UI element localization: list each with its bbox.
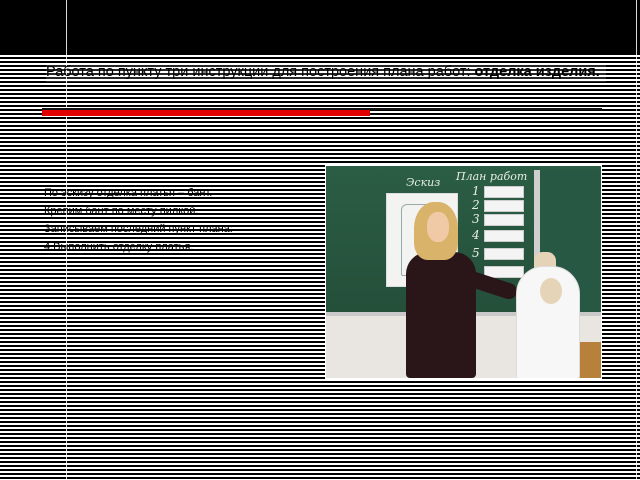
slide-title-regular: Работа по пункту три инструкции для пост…: [46, 64, 471, 80]
body-line-3: Записываем последний пункт плана:: [44, 223, 233, 235]
plan-card: [484, 230, 524, 242]
chalk-sketch-label: Эскиз: [406, 176, 441, 189]
plan-number-4: 4: [472, 228, 480, 242]
slide-title: Работа по пункту три инструкции для пост…: [46, 63, 606, 82]
mannequin-shoulder: [540, 278, 562, 304]
body-line-1: По эскизу отделка платья – бант.: [44, 187, 213, 199]
plan-number-1: 1: [472, 184, 480, 198]
plan-card: [484, 200, 524, 212]
plan-card: [484, 186, 524, 198]
plan-number-3: 3: [472, 212, 480, 226]
teacher-face: [427, 212, 449, 242]
title-underline-red: [42, 110, 370, 116]
plan-card: [484, 248, 524, 260]
plan-card: [484, 214, 524, 226]
plan-number-2: 2: [472, 198, 480, 212]
top-black-band: [0, 0, 640, 55]
slide-body-text: По эскизу отделка платья – бант. Крепим …: [44, 184, 314, 256]
chalk-plan-label: План работ: [456, 170, 528, 183]
plan-number-5: 5: [472, 246, 480, 260]
vertical-guide-line-right: [636, 0, 637, 480]
body-line-2: Крепим бант по месту пилкой.: [44, 205, 199, 217]
body-line-4: 4.Выполнить отделку платья.: [44, 241, 194, 253]
classroom-photo: Эскиз План работ 1 2 3 4 5: [325, 165, 602, 379]
slide-title-bold: отделка изделия.: [470, 64, 600, 80]
